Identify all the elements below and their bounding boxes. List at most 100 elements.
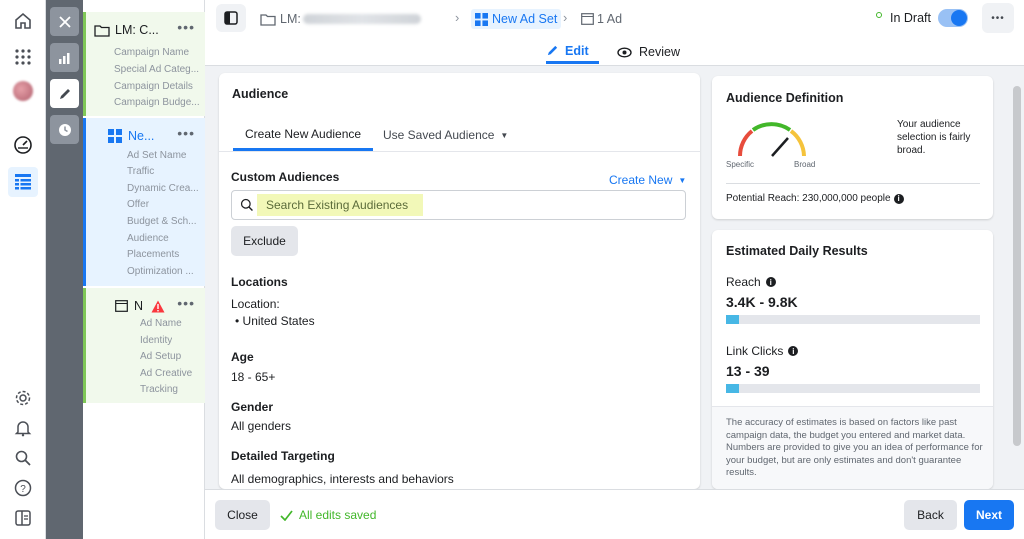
tab-edit[interactable]: Edit	[546, 40, 599, 64]
save-status: All edits saved	[280, 508, 376, 522]
next-button[interactable]: Next	[964, 500, 1014, 530]
tree-adset-item[interactable]: Placements	[127, 249, 179, 260]
tree-ad-item[interactable]: Identity	[140, 335, 172, 346]
exclude-button[interactable]: Exclude	[231, 226, 298, 256]
tree-adset-item[interactable]: Offer	[127, 199, 149, 210]
draft-status-dot	[876, 12, 882, 18]
tree-adset-title: Ne...	[128, 129, 155, 143]
link-clicks-value: 13 - 39	[726, 363, 770, 379]
tree-ad-item[interactable]: Ad Setup	[140, 351, 181, 362]
draft-status-label: In Draft	[890, 11, 931, 25]
dashboard-gauge-icon[interactable]	[8, 130, 38, 160]
audience-breadth-description: Your audience selection is fairly broad.	[897, 119, 971, 156]
eye-icon	[617, 46, 632, 58]
breadcrumb-campaign[interactable]: LM:	[260, 9, 421, 29]
tree-adset-item[interactable]: Optimization ...	[127, 266, 194, 277]
locations-label: Locations	[231, 275, 288, 289]
breadcrumb-ad[interactable]: 1 Ad	[581, 9, 622, 29]
apps-grid-icon[interactable]	[8, 42, 38, 72]
gauge-specific-label: Specific	[726, 160, 755, 169]
tree-campaign-item[interactable]: Special Ad Categ...	[114, 64, 199, 75]
home-icon[interactable]	[8, 6, 38, 36]
scrollbar-thumb[interactable]	[1013, 86, 1021, 446]
gauge-broad-label: Broad	[794, 160, 816, 169]
reach-bar	[726, 315, 980, 324]
tree-ad-item[interactable]: Tracking	[140, 384, 178, 395]
blurred-campaign-name	[302, 14, 421, 24]
reach-bar-fill	[726, 315, 739, 324]
caret-down-icon: ▼	[678, 175, 687, 185]
custom-audiences-label: Custom Audiences	[231, 170, 340, 184]
tree-ad-more-button[interactable]: •••	[177, 295, 195, 311]
draft-toggle[interactable]	[938, 9, 968, 27]
folder-icon	[260, 13, 276, 26]
tree-adset-more-button[interactable]: •••	[177, 125, 195, 141]
warning-icon	[151, 300, 165, 312]
tree-campaign-more-button[interactable]: •••	[177, 19, 195, 35]
tree-ad-item[interactable]: Ad Creative	[140, 368, 192, 379]
age-value[interactable]: 18 - 65+	[231, 370, 275, 384]
tree-campaign[interactable]: LM: C... ••• Campaign Name Special Ad Ca…	[83, 12, 205, 116]
more-options-button[interactable]: •••	[982, 3, 1014, 33]
tree-campaign-item[interactable]: Campaign Name	[114, 47, 189, 58]
info-icon[interactable]: i	[893, 193, 904, 204]
edit-pencil-icon[interactable]	[50, 79, 79, 108]
location-sub-label: Location:	[231, 297, 280, 311]
back-button[interactable]: Back	[904, 500, 957, 530]
svg-text:?: ?	[20, 484, 26, 495]
create-new-audience-link[interactable]: Create New ▼	[609, 173, 686, 187]
breadcrumb-adset[interactable]: New Ad Set	[471, 9, 562, 29]
potential-reach: Potential Reach: 230,000,000 people i	[726, 193, 904, 204]
tree-ad-item[interactable]: Ad Name	[140, 318, 182, 329]
audience-card: Audience Create New Audience Use Saved A…	[219, 73, 700, 489]
tab-review[interactable]: Review	[617, 40, 680, 64]
info-icon[interactable]: i	[788, 346, 799, 356]
ad-frame-icon	[581, 13, 594, 25]
tree-campaign-item[interactable]: Campaign Details	[114, 81, 193, 92]
tab-create-new-audience[interactable]: Create New Audience	[233, 119, 374, 151]
editor-header: LM: › New Ad Set › 1 Ad In Draft ••• Edi…	[205, 0, 1024, 66]
age-label: Age	[231, 350, 254, 364]
tree-ad[interactable]: N ••• Ad Name Identity Ad Setup Ad Creat…	[83, 288, 205, 403]
tree-campaign-item[interactable]: Campaign Budge...	[114, 97, 200, 108]
audience-definition-title: Audience Definition	[726, 91, 844, 105]
caret-down-icon: ▼	[500, 130, 509, 140]
link-clicks-bar-fill	[726, 384, 739, 393]
tree-adset[interactable]: Ne... ••• Ad Set Name Traffic Dynamic Cr…	[83, 118, 205, 286]
tree-adset-item[interactable]: Dynamic Crea...	[127, 183, 199, 194]
location-value[interactable]: • United States	[235, 314, 315, 328]
breadcrumb-campaign-prefix: LM:	[280, 12, 301, 26]
gender-label: Gender	[231, 400, 274, 414]
ad-frame-icon	[115, 300, 128, 312]
tree-adset-item[interactable]: Traffic	[127, 166, 154, 177]
audience-search-box	[231, 190, 686, 220]
ads-manager-table-icon[interactable]	[8, 167, 38, 197]
campaign-tree: LM: C... ••• Campaign Name Special Ad Ca…	[83, 0, 205, 539]
help-icon[interactable]: ?	[8, 473, 38, 503]
estimates-accuracy-note: The accuracy of estimates is based on fa…	[726, 417, 983, 478]
info-icon[interactable]: i	[765, 277, 776, 287]
tree-adset-item[interactable]: Audience	[127, 233, 169, 244]
close-editor-icon[interactable]	[50, 7, 79, 36]
gender-value[interactable]: All genders	[231, 419, 291, 433]
search-existing-audiences-input[interactable]	[257, 194, 423, 216]
toggle-panel-button[interactable]	[216, 4, 246, 32]
notifications-bell-icon[interactable]	[8, 413, 38, 443]
breadcrumb-chevron-icon: ›	[563, 10, 568, 25]
account-avatar[interactable]	[8, 76, 38, 106]
tab-use-saved-audience[interactable]: Use Saved Audience ▼	[383, 119, 508, 151]
close-button[interactable]: Close	[215, 500, 270, 530]
charts-icon[interactable]	[50, 43, 79, 72]
tree-adset-item[interactable]: Ad Set Name	[127, 150, 186, 161]
search-icon	[240, 198, 253, 211]
settings-gear-icon[interactable]	[8, 383, 38, 413]
search-icon[interactable]	[8, 443, 38, 473]
tree-adset-item[interactable]: Budget & Sch...	[127, 216, 197, 227]
detailed-targeting-value[interactable]: All demographics, interests and behavior…	[231, 472, 454, 486]
report-panel-icon[interactable]	[8, 503, 38, 533]
edit-pencil-icon	[547, 45, 558, 56]
link-clicks-label: Link Clicks i	[726, 344, 799, 358]
history-clock-icon[interactable]	[50, 115, 79, 144]
detailed-targeting-label: Detailed Targeting	[231, 449, 335, 463]
link-clicks-bar	[726, 384, 980, 393]
